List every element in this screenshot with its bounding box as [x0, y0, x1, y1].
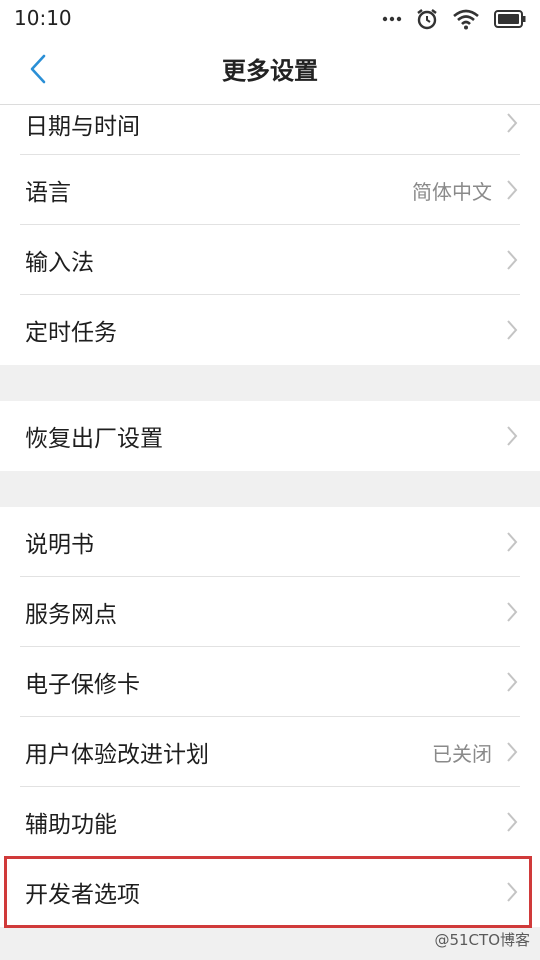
status-bar: 10:10 [0, 0, 540, 38]
item-value: 已关闭 [432, 741, 492, 766]
settings-group-2: 恢复出厂设置 [0, 401, 540, 471]
list-item-manual[interactable]: 说明书 [0, 507, 540, 577]
settings-group-3: 说明书 服务网点 电子保修卡 用户体验改进计划 已关闭 辅助功能 开发者选项 [0, 507, 540, 927]
chevron-right-icon [506, 741, 518, 763]
alarm-icon [416, 8, 438, 30]
item-right [506, 225, 518, 295]
item-label: 用户体验改进计划 [25, 742, 209, 768]
chevron-right-icon [506, 531, 518, 553]
chevron-right-icon [506, 881, 518, 903]
list-item-input-method[interactable]: 输入法 [0, 225, 540, 295]
item-label: 日期与时间 [25, 114, 140, 140]
list-item-user-experience-program[interactable]: 用户体验改进计划 已关闭 [0, 717, 540, 787]
item-right [506, 401, 518, 471]
back-button[interactable] [18, 50, 58, 92]
item-label: 定时任务 [25, 320, 117, 346]
chevron-left-icon [29, 54, 47, 88]
item-right: 已关闭 [432, 717, 518, 787]
item-right [506, 507, 518, 577]
more-dots-icon [382, 16, 402, 22]
chevron-right-icon [506, 811, 518, 833]
list-item-factory-reset[interactable]: 恢复出厂设置 [0, 401, 540, 471]
group-gap [0, 471, 540, 507]
item-right: 简体中文 [412, 155, 518, 225]
status-icons [382, 6, 526, 32]
item-right [506, 857, 518, 927]
list-item-developer-options[interactable]: 开发者选项 [0, 857, 540, 927]
group-gap [0, 365, 540, 401]
page-title: 更多设置 [222, 57, 318, 85]
settings-list: 日期与时间 语言 简体中文 输入法 定时任务 恢复出厂设置 说明书 服务网点 电… [0, 105, 540, 927]
chevron-right-icon [506, 179, 518, 201]
chevron-right-icon [506, 319, 518, 341]
item-right [506, 787, 518, 857]
chevron-right-icon [506, 671, 518, 693]
item-label: 开发者选项 [25, 882, 140, 908]
item-right [506, 105, 518, 141]
item-right [506, 647, 518, 717]
item-label: 恢复出厂设置 [25, 426, 163, 452]
app-bar: 更多设置 [0, 38, 540, 105]
battery-icon [494, 9, 526, 29]
item-value: 简体中文 [412, 179, 492, 204]
list-item-date-time[interactable]: 日期与时间 [0, 105, 540, 155]
chevron-right-icon [506, 249, 518, 271]
item-label: 辅助功能 [25, 812, 117, 838]
item-label: 说明书 [25, 532, 94, 558]
wifi-icon [452, 8, 480, 30]
list-item-scheduled-tasks[interactable]: 定时任务 [0, 295, 540, 365]
chevron-right-icon [506, 112, 518, 134]
list-item-warranty-card[interactable]: 电子保修卡 [0, 647, 540, 717]
item-label: 电子保修卡 [25, 672, 140, 698]
chevron-right-icon [506, 601, 518, 623]
list-item-service-outlets[interactable]: 服务网点 [0, 577, 540, 647]
chevron-right-icon [506, 425, 518, 447]
item-label: 语言 [25, 180, 71, 206]
list-item-accessibility[interactable]: 辅助功能 [0, 787, 540, 857]
watermark: @51CTO博客 [434, 931, 530, 949]
item-label: 输入法 [25, 250, 94, 276]
item-label: 服务网点 [25, 602, 117, 628]
item-right [506, 295, 518, 365]
status-time: 10:10 [14, 6, 72, 30]
list-item-language[interactable]: 语言 简体中文 [0, 155, 540, 225]
item-right [506, 577, 518, 647]
settings-group-1: 日期与时间 语言 简体中文 输入法 定时任务 [0, 105, 540, 365]
